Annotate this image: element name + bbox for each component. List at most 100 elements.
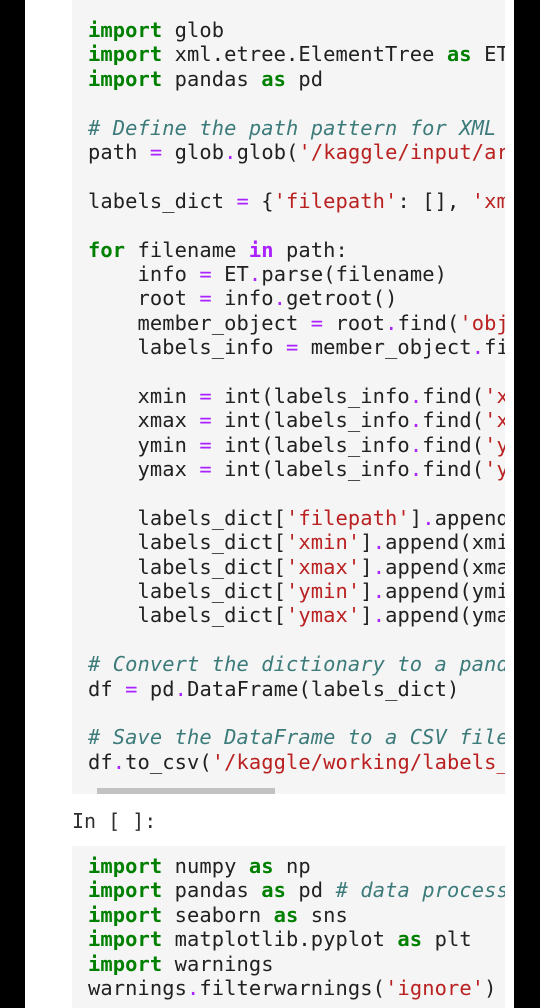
string-token: 'y (484, 432, 505, 457)
string-token: 'y (484, 457, 505, 482)
code-token: append(xma (385, 554, 505, 579)
operator-token: = (149, 139, 163, 164)
code-token: sns (298, 902, 348, 927)
code-token: : [], (397, 188, 472, 213)
code-line: labels_dict = {'filepath': [], 'xm (88, 189, 505, 213)
string-token: 'ymin' (286, 578, 361, 603)
code-token: glob (162, 139, 225, 164)
code-token: xmax (88, 408, 200, 433)
code-token: root (88, 286, 200, 311)
string-token: 'ignore' (385, 975, 485, 1000)
code-token: append(xmi (385, 530, 505, 555)
keyword-token: import (88, 902, 163, 927)
code-token: labels_dict[ (88, 505, 287, 530)
code-token: numpy (162, 854, 249, 878)
code-line: import seaborn as sns (88, 903, 505, 927)
operator-token: . (385, 310, 398, 335)
code-line: # Save the DataFrame to a CSV file (88, 725, 505, 749)
operator-token: . (112, 749, 126, 774)
code-token: ] (360, 530, 373, 555)
code-line: warnings.filterwarnings('ignore') (88, 976, 505, 1000)
operator-token: = (310, 310, 324, 335)
code-editor[interactable]: import glob import xml.etree.ElementTree … (88, 18, 505, 774)
code-line: info = ET.parse(filename) (88, 262, 505, 286)
string-token: '/kaggle/working/labels_ (211, 749, 505, 774)
keyword-token: import (88, 854, 163, 878)
code-token: ] (360, 578, 373, 603)
operator-token: = (199, 286, 212, 311)
code-line: labels_dict['ymin'].append(ymi (88, 578, 506, 603)
string-token: 'x (484, 383, 505, 408)
operator-token: . (372, 554, 386, 579)
string-token: 'xmax' (286, 554, 361, 579)
code-line: df.to_csv('/kaggle/working/labels_ (88, 750, 505, 774)
notebook-page[interactable]: import glob import xml.etree.ElementTree … (25, 0, 514, 1008)
operator-token: = (199, 432, 212, 457)
code-line: # Define the path pattern for XML (88, 116, 505, 140)
keyword-token: as (248, 854, 274, 878)
code-token: plt (422, 927, 472, 952)
code-line: import xml.etree.ElementTree as ET (88, 42, 505, 66)
string-token: 'filepath' (273, 188, 398, 213)
code-token: warnings (88, 975, 188, 1000)
code-line: labels_dict['filepath'].append (88, 505, 506, 530)
code-line: member_object = root.find('obj (88, 310, 506, 335)
code-line: ymin = int(labels_info.find('y (88, 432, 506, 457)
code-token: root (323, 310, 386, 335)
code-token: glob( (236, 139, 299, 164)
code-line: labels_dict['ymax'].append(yma (88, 603, 506, 628)
operator-token: = (199, 408, 212, 433)
code-token: pd (286, 66, 324, 91)
code-token: xml.etree.ElementTree (162, 42, 447, 67)
horizontal-scrollbar[interactable] (97, 788, 275, 794)
code-token: df (88, 749, 113, 774)
code-line: import matplotlib.pyplot as plt (88, 927, 505, 951)
code-line: for filename in path: (88, 238, 505, 262)
code-token: matplotlib.pyplot (162, 927, 398, 952)
code-token: parse(filename) (261, 261, 447, 286)
comment-token: # data process (335, 878, 505, 903)
code-token: int(labels_info (211, 408, 410, 433)
code-line: labels_info = member_object.fi (88, 335, 506, 359)
operator-token: . (372, 578, 386, 603)
code-token: info (211, 286, 274, 311)
code-line: root = info.getroot() (88, 286, 505, 310)
code-token: append(yma (385, 603, 505, 628)
keyword-token: as (261, 66, 287, 91)
code-token: seaborn (162, 902, 274, 927)
code-token: path (88, 139, 150, 164)
code-token: int(labels_info (211, 383, 410, 408)
keyword-token: in (248, 237, 274, 262)
keyword-token: import (88, 18, 163, 42)
code-cell-xml-parsing[interactable]: import glob import xml.etree.ElementTree … (72, 0, 505, 794)
code-cell-imports[interactable]: import numpy as np import pandas as pd # … (72, 846, 505, 1008)
keyword-token: import (88, 66, 163, 91)
keyword-token: import (88, 42, 163, 67)
code-token: labels_dict[ (88, 578, 287, 603)
keyword-token: import (88, 951, 163, 976)
code-token: { (248, 188, 274, 213)
code-editor[interactable]: import numpy as np import pandas as pd # … (88, 854, 505, 1000)
code-token: to_csv( (125, 749, 212, 774)
operator-token: . (174, 676, 188, 701)
code-token: ] (360, 554, 373, 579)
code-token: find( (422, 383, 485, 408)
operator-token: = (199, 383, 212, 408)
code-token: ET (211, 261, 249, 286)
comment-token: # Save the DataFrame to a CSV file (88, 725, 505, 750)
keyword-token: as (446, 42, 472, 67)
operator-token: . (248, 261, 262, 286)
code-line: import glob (88, 18, 505, 42)
code-line: import pandas as pd (88, 67, 505, 91)
screen: import glob import xml.etree.ElementTree … (0, 0, 540, 1008)
operator-token: . (187, 975, 200, 1000)
string-token: 'xmin' (286, 530, 361, 555)
code-token: filename (125, 237, 249, 262)
code-token: labels_dict[ (88, 603, 287, 628)
code-token: int(labels_info (211, 457, 410, 482)
operator-token: . (409, 408, 423, 433)
string-token: 'obj (459, 310, 505, 335)
